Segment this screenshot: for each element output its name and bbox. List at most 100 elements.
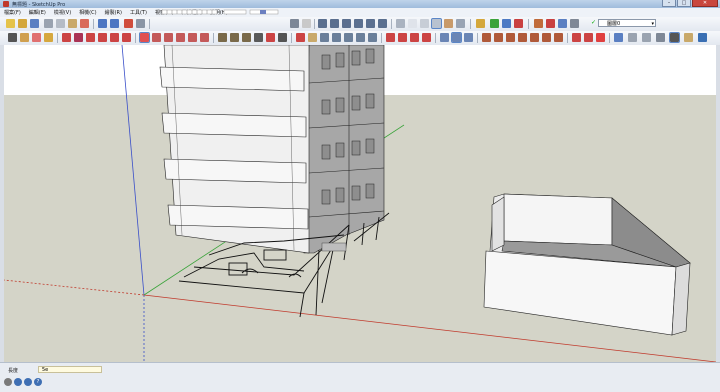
menu-draw[interactable]: 繪製(R) [101,9,126,16]
edge-style-icon[interactable] [628,33,637,42]
walk-icon[interactable] [398,33,407,42]
dimension-icon[interactable] [230,33,239,42]
select-icon[interactable] [8,33,17,42]
pan-icon[interactable] [308,33,317,42]
scene-add-icon[interactable] [572,33,581,42]
hidden-line-icon[interactable] [420,19,429,28]
scale-icon[interactable] [188,33,197,42]
shadows-icon[interactable] [290,19,299,28]
drape-icon[interactable] [530,33,539,42]
paste-icon[interactable] [68,19,77,28]
zoom-icon[interactable] [320,33,329,42]
sandbox-icon[interactable] [534,19,543,28]
component-icon[interactable] [20,33,29,42]
line-icon[interactable] [62,33,71,42]
menu-file[interactable]: 檔案(F) [0,9,25,16]
protractor-icon[interactable] [242,33,251,42]
geo-location-status-icon[interactable] [4,378,12,386]
section-plane-icon[interactable] [422,33,431,42]
iso-view-icon[interactable] [318,19,327,28]
solid-subtract-icon[interactable] [451,32,462,43]
layer-select[interactable]: 圖層0 ▾ [598,19,656,27]
offset-icon[interactable] [200,33,209,42]
open-file-icon[interactable] [18,19,27,28]
orbit-icon[interactable] [296,33,305,42]
xray-icon[interactable] [396,19,405,28]
preferences-icon[interactable] [698,33,707,42]
rectangle-icon[interactable] [86,33,95,42]
smoove-icon[interactable] [506,33,515,42]
cut-icon[interactable] [44,19,53,28]
solid-union-icon[interactable] [440,33,449,42]
next-view-icon[interactable] [368,33,377,42]
fog-icon[interactable] [302,19,311,28]
menu-view[interactable]: 檢視(V) [50,9,75,16]
move-icon[interactable] [139,32,150,43]
model-info-icon[interactable] [136,19,145,28]
warehouse-icon[interactable] [502,19,511,28]
shaded-icon[interactable] [431,18,442,29]
eraser-icon[interactable] [32,33,41,42]
position-camera-icon[interactable] [386,33,395,42]
profiles-icon[interactable] [669,32,680,43]
sandbox-from-contours-icon[interactable] [482,33,491,42]
look-around-icon[interactable] [410,33,419,42]
axes-icon[interactable] [266,33,275,42]
3d-text-icon[interactable] [278,33,287,42]
share-model-icon[interactable] [514,19,523,28]
wireframe-icon[interactable] [408,19,417,28]
maximize-button[interactable]: □ [677,0,691,7]
measurements-field[interactable]: 5e [38,366,102,373]
monochrome-icon[interactable] [456,19,465,28]
circle-icon[interactable] [98,33,107,42]
zoom-extents-icon[interactable] [344,33,353,42]
solid-trim-icon[interactable] [464,33,473,42]
polygon-icon[interactable] [110,33,119,42]
help-icon[interactable]: ? [34,378,42,386]
scene-canvas[interactable] [4,45,716,362]
menu-edit[interactable]: 編輯(E) [25,9,50,16]
face-style-icon[interactable] [642,33,651,42]
sandbox-from-scratch-icon[interactable] [494,33,503,42]
layer-manager-icon[interactable] [570,19,579,28]
scene-update-icon[interactable] [584,33,593,42]
right-view-icon[interactable] [354,19,363,28]
undo-icon[interactable] [98,19,107,28]
export-image-icon[interactable] [596,33,605,42]
back-view-icon[interactable] [366,19,375,28]
tape-measure-icon[interactable] [218,33,227,42]
menu-tools[interactable]: 工具(T) [126,9,151,16]
menu-camera[interactable]: 相機(C) [75,9,100,16]
left-view-icon[interactable] [378,19,387,28]
style-icon[interactable] [614,33,623,42]
flip-edge-icon[interactable] [554,33,563,42]
text-icon[interactable] [254,33,263,42]
geo-location-icon[interactable] [490,19,499,28]
new-file-icon[interactable] [6,19,15,28]
stamp-icon[interactable] [518,33,527,42]
user-icon[interactable] [24,378,32,386]
rotate-icon[interactable] [164,33,173,42]
paint-icon[interactable] [44,33,53,42]
credits-icon[interactable] [14,378,22,386]
arc-icon[interactable] [122,33,131,42]
zoom-window-icon[interactable] [332,33,341,42]
shaded-textures-icon[interactable] [444,19,453,28]
extension-manager-icon[interactable] [684,33,693,42]
extension-icon[interactable] [558,19,567,28]
top-view-icon[interactable] [330,19,339,28]
back-edges-icon[interactable] [656,33,665,42]
print-icon[interactable] [124,19,133,28]
model-viewport[interactable] [4,45,716,362]
close-button[interactable]: ✕ [692,0,718,7]
add-detail-icon[interactable] [542,33,551,42]
push-pull-icon[interactable] [152,33,161,42]
save-icon[interactable] [30,19,39,28]
ruby-console-icon[interactable] [546,19,555,28]
redo-icon[interactable] [110,19,119,28]
freehand-icon[interactable] [74,33,83,42]
front-view-icon[interactable] [342,19,351,28]
copy-icon[interactable] [56,19,65,28]
components-icon[interactable] [476,19,485,28]
erase-icon[interactable] [80,19,89,28]
